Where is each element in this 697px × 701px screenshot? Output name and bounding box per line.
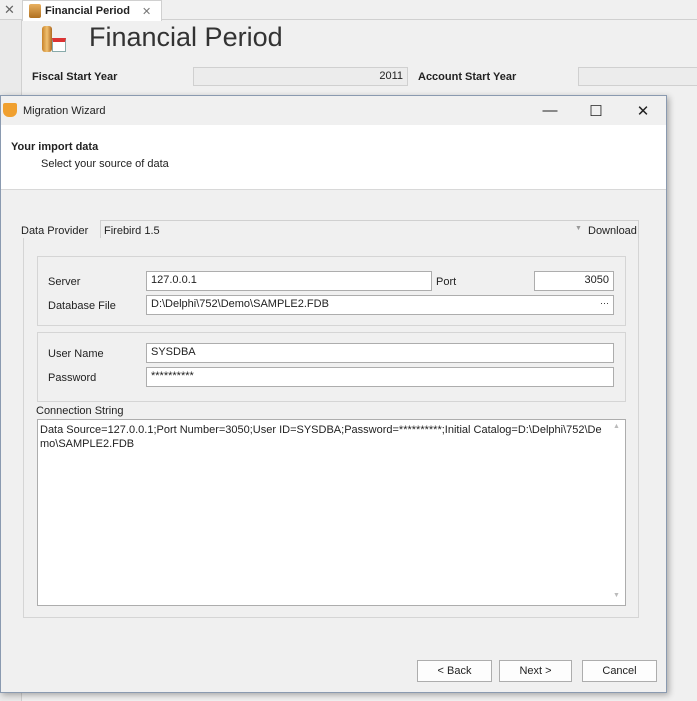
connection-string-label: Connection String — [36, 405, 124, 417]
download-button[interactable]: Download — [588, 225, 637, 237]
scrollbar[interactable]: ▲ ▼ — [609, 420, 625, 605]
password-input[interactable]: ********** — [146, 367, 614, 387]
cancel-button[interactable]: Cancel — [582, 660, 657, 682]
fiscal-start-year-field[interactable]: 2011 — [193, 67, 408, 86]
header-title: Your import data — [11, 141, 99, 153]
data-provider-label: Data Provider — [21, 225, 89, 237]
chevron-down-icon[interactable]: ▼ — [575, 225, 582, 232]
tab-label: Financial Period — [45, 5, 130, 17]
wizard-header: Your import data Select your source of d… — [1, 125, 666, 190]
maximize-button[interactable]: ☐ — [573, 96, 619, 125]
wizard-icon — [3, 103, 17, 117]
user-name-label: User Name — [48, 348, 104, 360]
server-label: Server — [48, 276, 81, 288]
server-input[interactable]: 127.0.0.1 — [146, 271, 432, 291]
account-start-year-label: Account Start Year — [418, 71, 517, 83]
user-name-input[interactable]: SYSDBA — [146, 343, 614, 363]
minimize-button[interactable]: — — [527, 96, 573, 125]
migration-wizard-dialog: Migration Wizard — ☐ ✕ Your import data … — [0, 95, 667, 693]
back-button[interactable]: < Back — [417, 660, 492, 682]
connection-string-textarea[interactable]: Data Source=127.0.0.1;Port Number=3050;U… — [37, 419, 626, 606]
database-file-input[interactable]: D:\Delphi\752\Demo\SAMPLE2.FDB — [146, 295, 614, 315]
server-group — [37, 256, 626, 326]
data-provider-value: Firebird 1.5 — [104, 225, 160, 237]
scroll-up-icon[interactable]: ▲ — [613, 423, 620, 430]
account-start-year-field[interactable] — [578, 67, 697, 86]
coins-icon — [29, 4, 41, 18]
browse-button[interactable]: ··· — [600, 298, 609, 308]
page-title: Financial Period — [89, 22, 283, 52]
close-button[interactable]: ✕ — [620, 96, 666, 125]
fiscal-start-year-label: Fiscal Start Year — [32, 71, 118, 83]
header-subtitle: Select your source of data — [41, 158, 169, 170]
close-icon[interactable]: ✕ — [4, 2, 15, 18]
port-input[interactable]: 3050 — [534, 271, 614, 291]
password-label: Password — [48, 372, 97, 384]
database-file-label: Database File — [48, 300, 116, 312]
tab-close-icon[interactable]: ✕ — [142, 5, 151, 18]
port-label: Port — [436, 276, 457, 288]
scroll-down-icon[interactable]: ▼ — [613, 592, 620, 599]
next-button[interactable]: Next > — [499, 660, 572, 682]
dialog-title: Migration Wizard — [23, 104, 106, 117]
tab-financial-period[interactable]: Financial Period ✕ — [22, 0, 162, 21]
financial-period-icon — [38, 24, 68, 54]
